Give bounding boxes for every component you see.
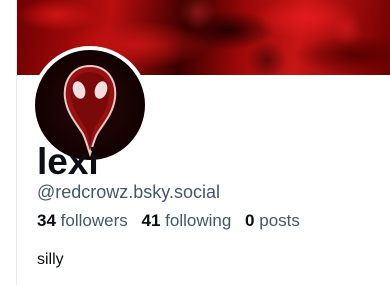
followers-count: 34: [37, 211, 56, 230]
posts-label: posts: [259, 211, 300, 230]
display-name: lexi: [37, 141, 99, 182]
following-count: 41: [141, 211, 161, 230]
profile-handle: @redcrowz.bsky.social: [37, 182, 220, 202]
profile-stats: 34 followers 41 following 0 posts: [37, 211, 309, 231]
following-link[interactable]: 41 following: [141, 211, 231, 230]
posts-stat: 0 posts: [245, 211, 300, 230]
profile-bio: silly: [37, 251, 64, 268]
followers-link[interactable]: 34 followers: [37, 211, 128, 230]
posts-count: 0: [245, 211, 255, 230]
followers-label: followers: [60, 211, 128, 230]
following-label: following: [165, 211, 232, 230]
